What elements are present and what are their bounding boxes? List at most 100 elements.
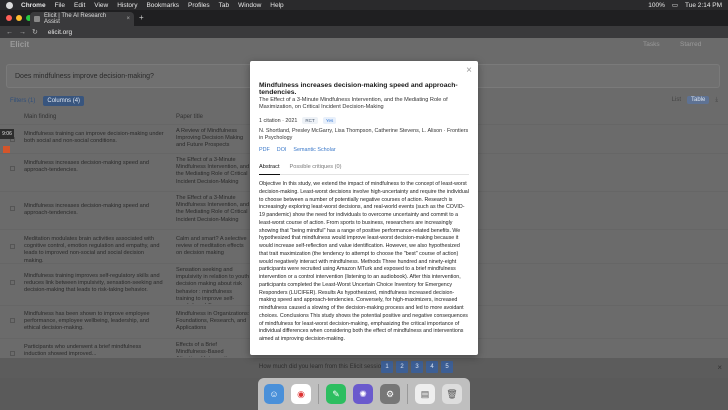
feedback-question: How much did you learn from this Elicit … [259,364,388,370]
tab-critiques[interactable]: Possible critiques (0) [290,164,342,174]
apple-icon[interactable] [6,1,13,9]
row-title: The Effect of a 3-Minute Mindfulness Int… [176,195,250,223]
row-checkbox[interactable] [10,244,15,249]
doi-link[interactable]: DOI [277,147,287,153]
colorful-app-icon[interactable]: ✺ [353,384,373,404]
citation-count: 1 citation · 2021 [259,117,298,124]
menu-bookmarks[interactable]: Bookmarks [146,2,179,9]
feedback-bar: How much did you learn from this Elicit … [0,358,728,378]
row-title: The Effect of a 3-Minute Mindfulness Int… [176,157,250,185]
menu-file[interactable]: File [55,2,65,9]
semantic-scholar-link[interactable]: Semantic Scholar [293,147,335,153]
row-title: Sensation seeking and impulsivity in rel… [176,267,250,304]
paper-detail-modal: × Mindfulness increases decision-making … [250,61,478,355]
close-feedback-icon[interactable]: × [717,363,722,372]
battery-icon[interactable]: ▭ [672,1,678,9]
filters-label: Filters [10,98,27,104]
view-toggle: List Table ⤓ [672,96,718,104]
row-checkbox[interactable] [10,318,15,323]
col-main-finding[interactable]: Main finding [24,114,56,120]
rating-1-button[interactable]: 1 [381,361,393,373]
list-view-button[interactable]: List [672,97,681,103]
rating-5-button[interactable]: 5 [441,361,453,373]
row-title: A Review of Mindfulness Improving Decisi… [176,128,244,149]
download-icon[interactable]: ⤓ [715,97,718,104]
dock-separator [318,384,319,404]
paper-authors: N. Shortland, Presley McGarry, Lisa Thom… [259,128,469,142]
row-title: Effects of a Brief Mindfulness-Based Att… [176,342,233,357]
back-icon[interactable]: ← [6,29,13,36]
favicon-icon [34,16,40,22]
elicit-logo[interactable]: Elicit [10,40,29,49]
row-title: Calm and smart? A selective review of me… [176,236,247,257]
paper-links: PDF DOI Semantic Scholar [259,147,336,153]
rating-3-button[interactable]: 3 [411,361,423,373]
reload-icon[interactable]: ↻ [32,28,38,36]
rating-4-button[interactable]: 4 [426,361,438,373]
address-bar: ← → ↻ elicit.org [0,26,728,38]
pdf-link[interactable]: PDF [259,147,270,153]
menu-profiles[interactable]: Profiles [188,2,210,9]
tasks-link[interactable]: Tasks [643,41,660,48]
abstract-text: Objective In this study, we extend the i… [259,181,469,342]
row-title: Mindfulness in Organizations: Foundation… [176,311,250,332]
table-controls: Filters (1) Columns (4) [6,96,85,106]
yes-badge: Yes [322,117,337,124]
window-controls [6,15,32,21]
row-finding: Mindfulness training improves self-regul… [24,273,163,294]
modal-heading: Mindfulness increases decision-making sp… [259,82,458,96]
row-checkbox[interactable] [10,166,15,171]
menu-help[interactable]: Help [270,2,283,9]
menu-chrome[interactable]: Chrome [21,2,46,9]
modal-tabs: Abstract Possible critiques (0) [259,164,469,175]
row-checkbox[interactable] [10,351,15,356]
menu-tab[interactable]: Tab [219,2,229,9]
menu-history[interactable]: History [117,2,137,9]
close-modal-icon[interactable]: × [466,66,472,76]
row-checkbox[interactable] [10,206,15,211]
col-paper-title[interactable]: Paper title [176,114,203,120]
row-finding: Mindfulness increases decision-making sp… [24,160,149,174]
row-finding: Mindfulness has been shown to improve em… [24,311,150,332]
row-finding: Meditation modulates brain activities as… [24,236,160,264]
tab-abstract[interactable]: Abstract [259,164,280,175]
side-timer: 9:06 [0,129,14,139]
forward-icon[interactable]: → [19,29,26,36]
paper-title: The Effect of a 3-Minute Mindfulness Int… [259,97,448,111]
paper-meta: 1 citation · 2021 RCT Yes [259,117,337,124]
new-tab-icon[interactable]: + [139,13,144,22]
document-icon[interactable]: ▤ [415,384,435,404]
clock[interactable]: Tue 2:14 PM [685,2,722,9]
columns-button[interactable]: Columns (4) [43,96,85,106]
starred-link[interactable]: Starred [680,41,701,48]
row-finding: Mindfulness training can improve decisio… [24,131,164,145]
row-checkbox[interactable] [10,280,15,285]
tab-title: Elicit | The AI Research Assist [43,13,107,25]
chrome-icon[interactable]: ◉ [291,384,311,404]
menu-window[interactable]: Window [238,2,261,9]
mac-dock: ☺ ◉ ✎ ✺ ⚙ ▤ 🗑 [258,378,470,410]
url-field[interactable]: elicit.org [48,29,72,36]
study-type-badge: RCT [302,117,318,124]
finder-icon[interactable]: ☺ [264,384,284,404]
menu-view[interactable]: View [94,2,108,9]
close-tab-icon[interactable]: × [126,16,130,22]
table-view-button[interactable]: Table [687,96,710,104]
battery-label: 100% [648,1,665,9]
filters-count: (1) [28,98,36,104]
minimize-window-icon[interactable] [16,15,22,21]
browser-tab[interactable]: Elicit | The AI Research Assist × [30,12,134,26]
row-finding: Participants who underwent a brief mindf… [24,344,142,358]
menu-edit[interactable]: Edit [74,2,85,9]
filters-button[interactable]: Filters (1) [6,96,39,106]
system-preferences-icon[interactable]: ⚙ [380,384,400,404]
row-finding: Mindfulness increases decision-making sp… [24,203,149,217]
close-window-icon[interactable] [6,15,12,21]
status-area: 100% ▭ Tue 2:14 PM [648,0,722,10]
columns-count: (4) [72,98,81,104]
trash-icon[interactable]: 🗑 [442,384,462,404]
evernote-icon[interactable]: ✎ [326,384,346,404]
rating-2-button[interactable]: 2 [396,361,408,373]
columns-label: Columns [47,98,72,104]
record-icon[interactable] [3,146,10,153]
